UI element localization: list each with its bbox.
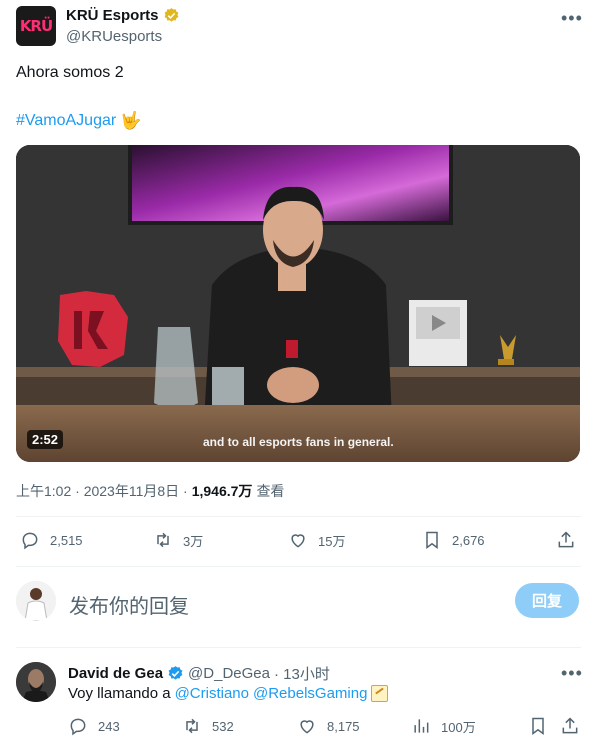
tweet-text: Ahora somos 2 (16, 64, 124, 81)
tweet-meta: 上午1:02 · 2023年11月8日 · 1,946.7万 查看 (16, 481, 284, 501)
reply-submit-button[interactable]: 回复 (515, 583, 579, 618)
divider (16, 566, 581, 567)
hashtag-link[interactable]: #VamoAJugar (16, 112, 116, 130)
more-options-icon[interactable]: ••• (561, 8, 583, 29)
memo-emoji-icon (371, 685, 389, 702)
current-user-avatar[interactable] (16, 581, 56, 621)
reply-input[interactable]: 发布你的回复 (69, 590, 189, 619)
heart-icon (291, 534, 305, 548)
video-subtitle: and to all esports fans in general. (203, 435, 394, 449)
divider (16, 516, 581, 517)
reply-text-prefix: Voy llamando a (68, 685, 171, 702)
reply-action[interactable]: 2,515 (20, 530, 83, 550)
reply-more-options-icon[interactable]: ••• (561, 663, 583, 684)
retweet-icon (186, 718, 198, 734)
reply-author-name[interactable]: David de Gea (68, 665, 163, 682)
heart-icon (300, 720, 314, 734)
verified-gold-icon (164, 8, 178, 22)
share-icon (558, 531, 574, 548)
bookmark-count: 2,676 (452, 532, 485, 548)
hashtag-line: #VamoAJugar 🤟 (16, 111, 141, 131)
author-avatar[interactable]: KRÜ (16, 6, 56, 46)
mention-link[interactable]: @RebelsGaming (253, 685, 367, 702)
like-action[interactable]: 15万 (288, 530, 345, 550)
reply-text: Voy llamando a @Cristiano @RebelsGaming (68, 685, 389, 702)
reply-author-avatar[interactable] (16, 662, 56, 702)
retweet-icon (157, 532, 169, 548)
user-photo (16, 581, 56, 621)
rock-hand-emoji: 🤟 (120, 111, 142, 130)
reply-reply-action[interactable]: 243 (68, 716, 120, 736)
bookmark-icon (532, 717, 544, 735)
reply-header: David de Gea @D_DeGea · 13小时 (68, 663, 330, 684)
retweet-count: 3万 (183, 533, 204, 549)
degea-photo (16, 662, 56, 702)
retweet-action[interactable]: 3万 (153, 530, 203, 550)
reply-count: 2,515 (50, 532, 83, 548)
author-handle[interactable]: @KRUesports (66, 28, 162, 45)
tweet-timestamp[interactable]: 上午1:02 · 2023年11月8日 · (16, 481, 188, 501)
reply-icon (22, 532, 38, 550)
views-label: 查看 (256, 483, 285, 499)
reply-author-handle[interactable]: @D_DeGea (188, 665, 270, 682)
reply-bookmark-action[interactable] (528, 716, 548, 736)
video-player[interactable] (16, 145, 580, 462)
view-count: 1,946.7万 (191, 483, 253, 499)
reply-reply-count: 243 (98, 718, 120, 734)
share-icon (562, 717, 578, 734)
reply-retweet-count: 532 (212, 718, 234, 734)
divider (16, 647, 581, 648)
reply-views-action[interactable]: 100万 (411, 716, 476, 736)
author-name[interactable]: KRÜ Esports (66, 7, 159, 24)
reply-view-count: 100万 (441, 719, 476, 735)
reply-share-action[interactable] (560, 716, 580, 736)
mention-link[interactable]: @Cristiano (175, 685, 249, 702)
share-action[interactable] (556, 530, 576, 550)
reply-time[interactable]: · 13小时 (274, 663, 330, 684)
like-count: 15万 (318, 533, 346, 549)
kru-logo: KRÜ (19, 17, 53, 35)
verified-blue-icon (168, 666, 183, 680)
bookmark-action[interactable]: 2,676 (422, 530, 485, 550)
author-name-row[interactable]: KRÜ Esports (66, 7, 180, 24)
video-frame (16, 145, 580, 462)
bookmark-icon (426, 531, 438, 549)
reply-like-action[interactable]: 8,175 (297, 716, 360, 736)
analytics-icon (414, 719, 429, 733)
reply-like-count: 8,175 (327, 718, 360, 734)
reply-icon (70, 718, 86, 736)
reply-retweet-action[interactable]: 532 (182, 716, 234, 736)
video-duration: 2:52 (27, 430, 64, 449)
